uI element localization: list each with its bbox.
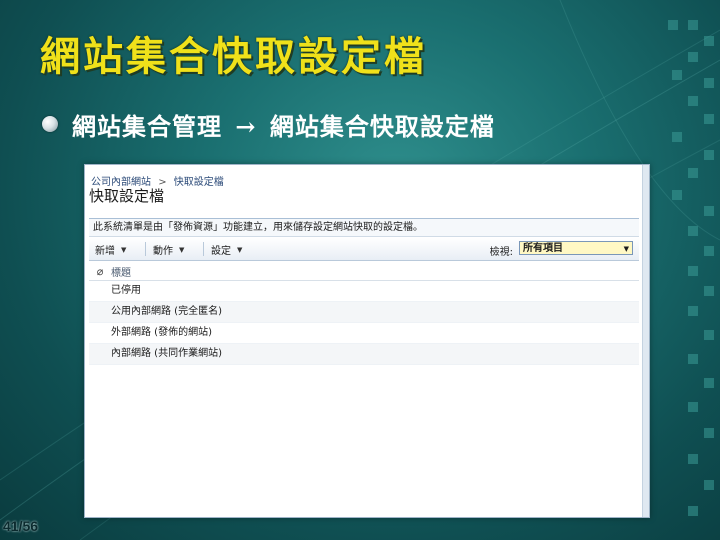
toolbar-divider: [203, 242, 204, 256]
settings-menu-label: 設定: [211, 246, 231, 257]
scrollbar[interactable]: [642, 165, 649, 517]
bullet-point: 網站集合管理 → 網站集合快取設定檔: [42, 104, 495, 144]
actions-menu-label: 動作: [153, 246, 173, 257]
list-toolbar: 新增 ▼ 動作 ▼ 設定 ▼ 檢視: 所有項目 ▼: [89, 238, 639, 261]
view-select-value: 所有項目: [523, 243, 563, 254]
bullet-text-part1: 網站集合管理: [72, 111, 222, 141]
page-title: 快取設定檔: [89, 187, 165, 205]
new-menu-label: 新增: [95, 246, 115, 257]
new-menu-button[interactable]: 新增 ▼: [95, 242, 127, 258]
list-item[interactable]: 內部網路 (共同作業網站): [89, 344, 639, 365]
column-header-title[interactable]: 標題: [111, 264, 131, 279]
bullet-text: 網站集合管理 → 網站集合快取設定檔: [72, 107, 495, 142]
toolbar-divider: [145, 242, 146, 256]
view-label: 檢視:: [489, 247, 513, 258]
round-bullet-icon: [42, 116, 58, 132]
actions-menu-button[interactable]: 動作 ▼: [153, 242, 185, 258]
chevron-down-icon: ▼: [237, 245, 243, 254]
list-header: ⌀ 標題: [89, 262, 639, 281]
breadcrumb-item-current: 快取設定檔: [173, 177, 224, 188]
slide-title: 網站集合快取設定檔: [40, 33, 427, 80]
list-item[interactable]: 外部網路 (發佈的網站): [89, 323, 639, 344]
list-item[interactable]: 公用內部網路 (完全匿名): [89, 302, 639, 323]
list-view: ⌀ 標題 已停用 公用內部網路 (完全匿名) 外部網路 (發佈的網站) 內部網路…: [89, 262, 639, 365]
settings-menu-button[interactable]: 設定 ▼: [211, 242, 243, 258]
page-number: 41/56: [3, 518, 39, 534]
sharepoint-screenshot: 公司內部網站 > 快取設定檔 快取設定檔 此系統清單是由「發佈資源」功能建立，用…: [84, 164, 650, 518]
paperclip-icon: ⌀: [96, 264, 104, 278]
chevron-down-icon: ▼: [121, 245, 127, 254]
chevron-down-icon: ▼: [179, 245, 185, 254]
chevron-down-icon: ▼: [623, 245, 629, 253]
list-description: 此系統清單是由「發佈資源」功能建立，用來儲存設定網站快取的設定檔。: [89, 218, 639, 237]
list-item[interactable]: 已停用: [89, 281, 639, 302]
view-select[interactable]: 所有項目 ▼: [519, 241, 633, 255]
right-arrow-icon: →: [235, 111, 257, 141]
bullet-text-part2: 網站集合快取設定檔: [269, 111, 495, 141]
